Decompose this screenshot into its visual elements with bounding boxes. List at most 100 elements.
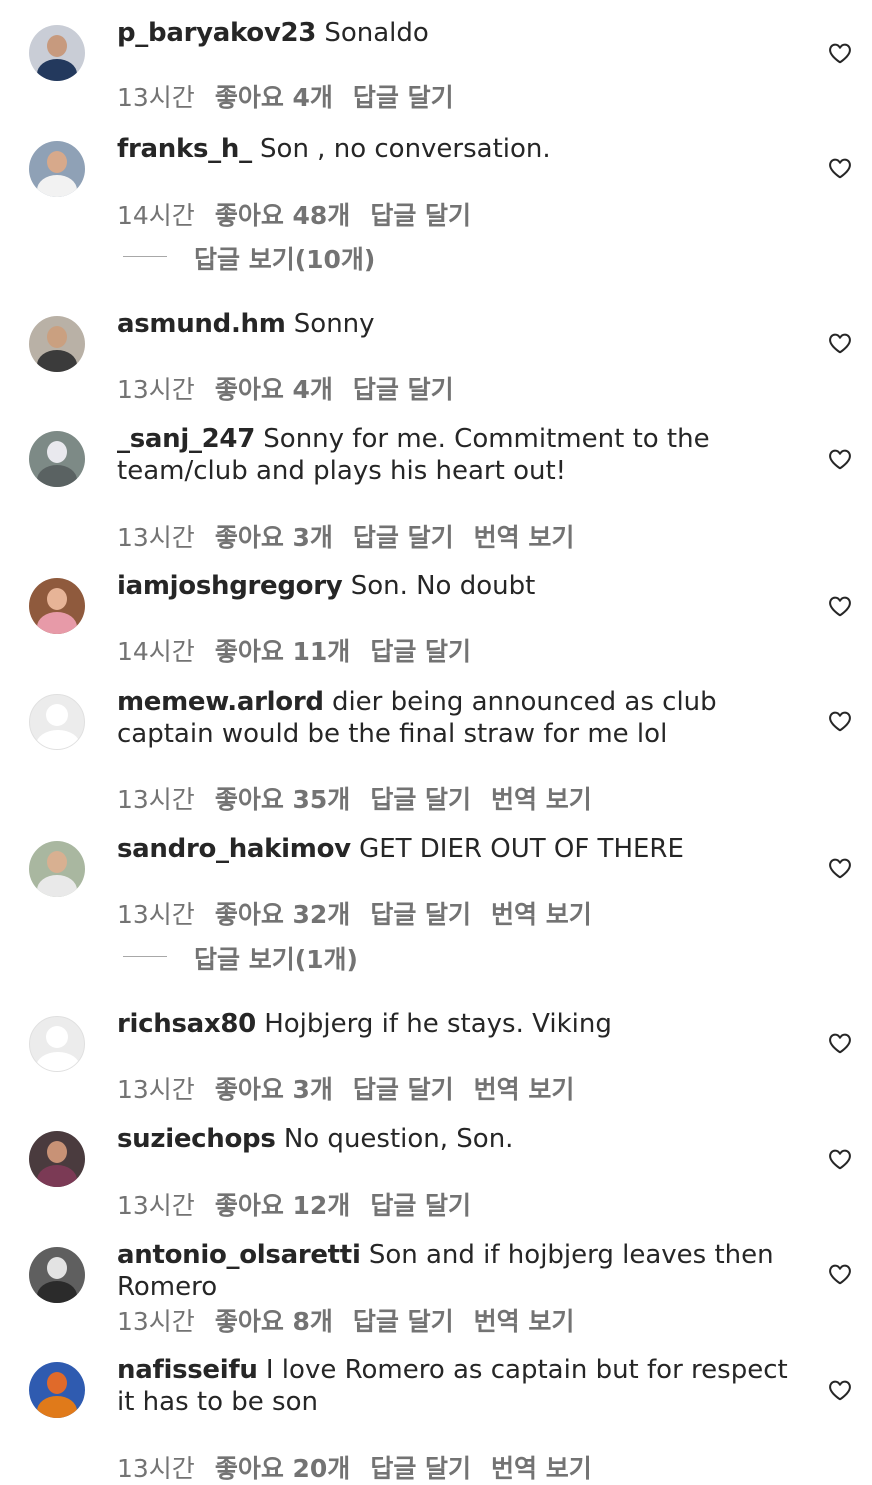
view-replies-row: 답글 보기(10개) [0, 240, 872, 274]
reply-button[interactable]: 답글 달기 [353, 523, 454, 552]
username[interactable]: asmund.hm [117, 309, 286, 339]
timestamp: 13시간 [117, 83, 195, 112]
like-heart-icon[interactable] [828, 1262, 852, 1286]
avatar-shoulders [37, 465, 77, 487]
likes-count[interactable]: 좋아요 48개 [215, 201, 351, 230]
reply-button[interactable]: 답글 달기 [370, 900, 471, 929]
translate-button[interactable]: 번역 보기 [491, 900, 592, 929]
avatar-face [47, 588, 67, 610]
timestamp: 14시간 [117, 637, 195, 666]
like-heart-icon[interactable] [828, 856, 852, 880]
likes-count[interactable]: 좋아요 32개 [215, 900, 351, 929]
avatar-shoulders [37, 1281, 77, 1303]
timestamp: 13시간 [117, 1191, 195, 1220]
like-heart-icon[interactable] [828, 331, 852, 355]
comment-text: _sanj_247 Sonny for me. Commitment to th… [117, 423, 797, 487]
username[interactable]: p_baryakov23 [117, 18, 316, 48]
comment-text: p_baryakov23 Sonaldo [117, 17, 797, 49]
replies-divider-line [123, 256, 167, 257]
translate-button[interactable]: 번역 보기 [474, 523, 575, 552]
comment-meta: 14시간 좋아요 48개 답글 달기 [117, 196, 491, 232]
likes-count[interactable]: 좋아요 4개 [215, 375, 333, 404]
comment-text: memew.arlord dier being announced as clu… [117, 686, 797, 750]
comment-body: Hojbjerg if he stays. Viking [264, 1009, 612, 1039]
timestamp: 13시간 [117, 523, 195, 552]
translate-button[interactable]: 번역 보기 [474, 1307, 575, 1336]
username[interactable]: iamjoshgregory [117, 571, 343, 601]
comment-meta: 13시간 좋아요 3개 답글 달기 번역 보기 [117, 1070, 594, 1106]
reply-button[interactable]: 답글 달기 [370, 785, 471, 814]
translate-button[interactable]: 번역 보기 [491, 1454, 592, 1483]
comment-meta: 13시간 좋아요 4개 답글 달기 [117, 78, 474, 114]
comment-meta: 13시간 좋아요 35개 답글 달기 번역 보기 [117, 780, 612, 816]
username[interactable]: franks_h_ [117, 134, 252, 164]
avatar-shoulders [37, 875, 77, 897]
username[interactable]: antonio_olsaretti [117, 1240, 361, 1270]
reply-button[interactable]: 답글 달기 [370, 1454, 471, 1483]
view-replies-button[interactable]: 답글 보기(1개) [194, 940, 358, 976]
like-heart-icon[interactable] [828, 594, 852, 618]
username[interactable]: richsax80 [117, 1009, 256, 1039]
like-heart-icon[interactable] [828, 1031, 852, 1055]
like-heart-icon[interactable] [828, 709, 852, 733]
avatar-shoulders [37, 59, 77, 81]
avatar[interactable] [29, 431, 85, 487]
avatar-face [47, 851, 67, 873]
timestamp: 13시간 [117, 1075, 195, 1104]
replies-divider-line [123, 956, 167, 957]
avatar-placeholder-body [36, 730, 80, 749]
likes-count[interactable]: 좋아요 8개 [215, 1307, 333, 1336]
avatar[interactable] [29, 1131, 85, 1187]
username[interactable]: suziechops [117, 1124, 276, 1154]
avatar[interactable] [29, 841, 85, 897]
avatar[interactable] [29, 141, 85, 197]
avatar-shoulders [37, 175, 77, 197]
translate-button[interactable]: 번역 보기 [491, 785, 592, 814]
username[interactable]: memew.arlord [117, 687, 324, 717]
avatar[interactable] [29, 578, 85, 634]
likes-count[interactable]: 좋아요 3개 [215, 1075, 333, 1104]
username[interactable]: sandro_hakimov [117, 834, 351, 864]
comment-body: Son. No doubt [350, 571, 536, 601]
likes-count[interactable]: 좋아요 20개 [215, 1454, 351, 1483]
comment-body: GET DIER OUT OF THERE [359, 834, 684, 864]
comment-meta: 13시간 좋아요 32개 답글 달기 번역 보기 [117, 895, 612, 931]
like-heart-icon[interactable] [828, 1378, 852, 1402]
avatar[interactable] [29, 1016, 85, 1072]
avatar[interactable] [29, 25, 85, 81]
translate-button[interactable]: 번역 보기 [474, 1075, 575, 1104]
avatar[interactable] [29, 1247, 85, 1303]
view-replies-button[interactable]: 답글 보기(10개) [194, 240, 375, 276]
avatar-shoulders [37, 612, 77, 634]
avatar-shoulders [37, 1396, 77, 1418]
comment-text: sandro_hakimov GET DIER OUT OF THERE [117, 833, 797, 865]
avatar-face [47, 151, 67, 173]
comment-text: asmund.hm Sonny [117, 308, 797, 340]
reply-button[interactable]: 답글 달기 [353, 83, 454, 112]
reply-button[interactable]: 답글 달기 [370, 637, 471, 666]
likes-count[interactable]: 좋아요 11개 [215, 637, 351, 666]
avatar[interactable] [29, 1362, 85, 1418]
avatar-placeholder-body [36, 1052, 80, 1071]
avatar[interactable] [29, 694, 85, 750]
comment-meta: 13시간 좋아요 12개 답글 달기 [117, 1186, 491, 1222]
likes-count[interactable]: 좋아요 35개 [215, 785, 351, 814]
avatar[interactable] [29, 316, 85, 372]
likes-count[interactable]: 좋아요 12개 [215, 1191, 351, 1220]
like-heart-icon[interactable] [828, 156, 852, 180]
likes-count[interactable]: 좋아요 4개 [215, 83, 333, 112]
like-heart-icon[interactable] [828, 41, 852, 65]
like-heart-icon[interactable] [828, 447, 852, 471]
like-heart-icon[interactable] [828, 1147, 852, 1171]
reply-button[interactable]: 답글 달기 [370, 201, 471, 230]
likes-count[interactable]: 좋아요 3개 [215, 523, 333, 552]
view-replies-row: 답글 보기(1개) [0, 940, 872, 974]
reply-button[interactable]: 답글 달기 [353, 1307, 454, 1336]
username[interactable]: nafisseifu [117, 1355, 258, 1385]
reply-button[interactable]: 답글 달기 [370, 1191, 471, 1220]
reply-button[interactable]: 답글 달기 [353, 1075, 454, 1104]
timestamp: 14시간 [117, 201, 195, 230]
username[interactable]: _sanj_247 [117, 424, 255, 454]
reply-button[interactable]: 답글 달기 [353, 375, 454, 404]
comment-text: suziechops No question, Son. [117, 1123, 797, 1155]
